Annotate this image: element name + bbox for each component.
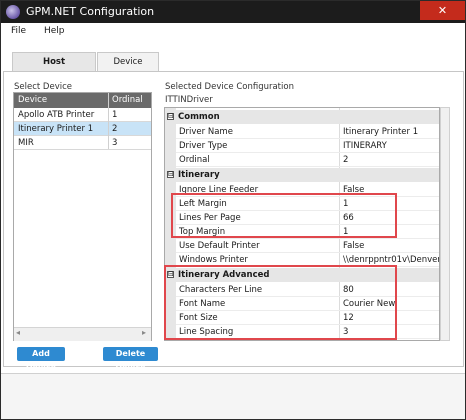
property-value[interactable]: ITINERARY xyxy=(343,141,387,151)
device-row-selected[interactable]: Itinerary Printer 1 2 xyxy=(14,122,151,136)
selected-config-label: Selected Device Configuration xyxy=(165,82,294,92)
property-value[interactable]: Itinerary Printer 1 xyxy=(343,127,418,137)
device-grid: Device Ordinal Apollo ATB Printer 1 Itin… xyxy=(13,92,152,341)
property-value[interactable]: \\denrppntr01v\Denver-Prir xyxy=(343,255,439,265)
property-row[interactable]: Ordinal 2 xyxy=(176,153,439,167)
device-ordinal-cell: 2 xyxy=(112,124,118,134)
property-name: Driver Name xyxy=(179,127,233,137)
highlight-box-margins xyxy=(171,193,397,238)
main-window: GPM.NET Configuration ✕ File Help Host C… xyxy=(0,0,466,420)
column-header-device[interactable]: Device xyxy=(18,95,47,105)
highlight-box-itinerary-advanced xyxy=(164,265,397,340)
category-name: Itinerary xyxy=(178,170,220,180)
property-row[interactable]: Driver Type ITINERARY xyxy=(176,139,439,153)
property-name: Use Default Printer xyxy=(179,241,260,251)
property-value[interactable]: 2 xyxy=(343,155,348,165)
tab-device-drivers[interactable]: Device Drivers xyxy=(97,52,159,86)
app-icon xyxy=(6,5,20,19)
close-button[interactable]: ✕ xyxy=(420,1,465,20)
property-value[interactable]: False xyxy=(343,241,364,251)
driver-class-name: ITTINDriver xyxy=(165,95,213,105)
property-row[interactable]: Use Default Printer False xyxy=(176,239,439,253)
grid-header: Device Ordinal xyxy=(14,93,151,108)
device-ordinal-cell: 1 xyxy=(112,110,118,120)
device-name-cell: MIR xyxy=(18,138,34,148)
property-name: Driver Type xyxy=(179,141,228,151)
category-common[interactable]: ⊟ Common xyxy=(165,110,439,124)
tab-strip: Host Configurations Device Drivers xyxy=(1,40,465,86)
window-title: GPM.NET Configuration xyxy=(26,5,155,18)
title-bar[interactable]: GPM.NET Configuration ✕ xyxy=(1,1,465,23)
column-divider xyxy=(108,93,109,149)
select-device-label: Select Device xyxy=(14,82,72,92)
menu-help[interactable]: Help xyxy=(44,26,65,36)
menu-file[interactable]: File xyxy=(11,26,26,36)
device-name-cell: Apollo ATB Printer xyxy=(18,110,95,120)
scroll-left-icon[interactable]: ◂ xyxy=(16,328,20,337)
vertical-scrollbar[interactable] xyxy=(440,107,450,341)
column-header-ordinal[interactable]: Ordinal xyxy=(112,95,143,105)
device-row[interactable]: Apollo ATB Printer 1 xyxy=(14,108,151,122)
add-device-button[interactable]: Add Device xyxy=(17,347,65,372)
menu-bar: File Help xyxy=(1,23,465,40)
collapse-icon[interactable]: ⊟ xyxy=(167,171,174,178)
property-row[interactable]: Driver Name Itinerary Printer 1 xyxy=(176,125,439,139)
collapse-icon[interactable]: ⊟ xyxy=(167,113,174,120)
device-ordinal-cell: 3 xyxy=(112,138,118,148)
tab-host-configurations[interactable]: Host Configurations xyxy=(12,52,96,86)
window-footer xyxy=(1,373,465,419)
device-row[interactable]: MIR 3 xyxy=(14,136,151,150)
scroll-right-icon[interactable]: ▸ xyxy=(142,328,146,337)
delete-device-button[interactable]: Delete Device xyxy=(103,347,158,372)
device-name-cell: Itinerary Printer 1 xyxy=(18,124,94,134)
property-name: Ordinal xyxy=(179,155,210,165)
category-itinerary[interactable]: ⊟ Itinerary xyxy=(165,168,439,182)
property-name: Windows Printer xyxy=(179,255,248,265)
horizontal-scrollbar[interactable]: ◂ ▸ xyxy=(14,327,151,341)
category-name: Common xyxy=(178,112,220,122)
